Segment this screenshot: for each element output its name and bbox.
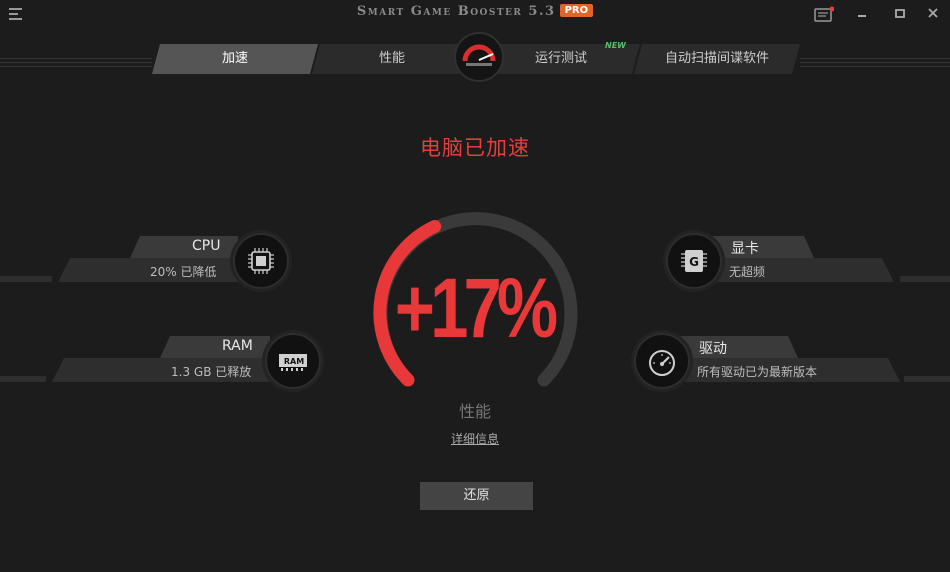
tab-benchmark-label: 运行测试 xyxy=(534,51,587,66)
logo-gauge-icon[interactable] xyxy=(454,32,504,82)
maximize-icon[interactable] xyxy=(889,4,911,24)
boost-percent: +17% xyxy=(394,261,558,355)
app-title-text: Smart Game Booster 5.3 xyxy=(356,4,556,19)
gpu-connector xyxy=(900,276,950,282)
pro-badge: PRO xyxy=(559,4,594,17)
ram-title-bar xyxy=(160,336,270,358)
app-title: Smart Game Booster 5.3 PRO xyxy=(0,4,950,19)
tab-boost[interactable]: 加速 xyxy=(152,44,318,74)
new-tag: NEW xyxy=(605,41,626,50)
ram-icon-text: RAM xyxy=(284,357,304,366)
performance-label: 性能 xyxy=(458,402,491,421)
cpu-connector xyxy=(0,276,52,282)
gpu-icon: G xyxy=(666,233,722,289)
tab-spyware-scan-label: 自动扫描间谍软件 xyxy=(664,51,769,66)
boost-status-headline: 电脑已加速 xyxy=(420,136,530,160)
gpu-status: 无超频 xyxy=(729,265,766,279)
ram-status: 1.3 GB 已释放 xyxy=(171,365,252,379)
right-stripes xyxy=(800,58,950,72)
details-link-wrap: 详细信息 xyxy=(0,430,950,447)
speedometer-icon xyxy=(634,333,690,389)
driver-title-bar xyxy=(680,336,798,358)
title-bar: Smart Game Booster 5.3 PRO xyxy=(0,0,950,30)
details-link[interactable]: 详细信息 xyxy=(451,432,499,446)
tab-boost-label: 加速 xyxy=(221,51,248,66)
gpu-icon-text: G xyxy=(689,255,699,269)
tab-performance-label: 性能 xyxy=(378,51,405,66)
driver-status: 所有驱动已为最新版本 xyxy=(697,365,818,379)
left-stripes xyxy=(0,58,152,72)
cpu-status: 20% 已降低 xyxy=(150,265,217,279)
gpu-title: 显卡 xyxy=(731,241,759,257)
tab-spyware-scan[interactable]: 自动扫描间谍软件 xyxy=(634,44,800,74)
gpu-title-bar xyxy=(712,236,814,258)
tab-performance[interactable]: 性能 xyxy=(312,44,472,74)
ram-connector xyxy=(0,376,46,382)
close-icon[interactable] xyxy=(922,4,944,24)
ram-icon: RAM xyxy=(265,333,321,389)
cpu-title-bar xyxy=(130,236,238,258)
tab-benchmark[interactable]: 运行测试 NEW xyxy=(482,41,640,74)
restore-button[interactable]: 还原 xyxy=(420,482,533,510)
minimize-icon[interactable] xyxy=(851,4,873,24)
driver-connector xyxy=(904,376,950,382)
ram-title: RAM xyxy=(222,338,253,354)
cpu-title: CPU xyxy=(192,238,221,254)
driver-title: 驱动 xyxy=(699,341,727,357)
notification-icon[interactable] xyxy=(813,4,835,24)
cpu-chip-icon xyxy=(233,233,289,289)
